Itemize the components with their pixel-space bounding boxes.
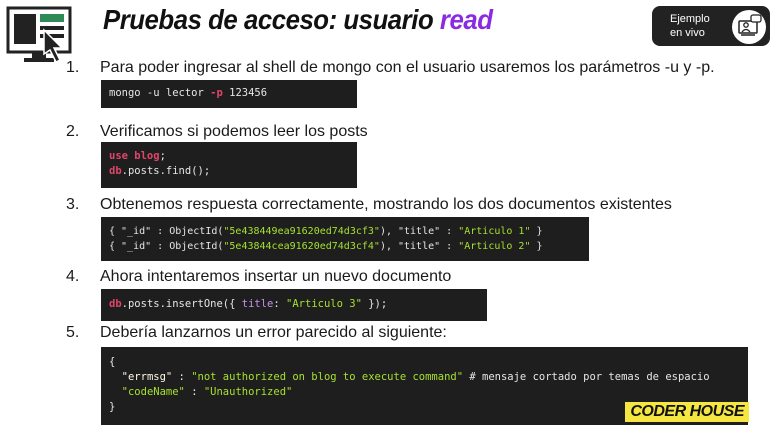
code-text: 123456: [222, 87, 268, 99]
code-keyword: db: [109, 298, 122, 310]
step-text: Para poder ingresar al shell de mongo co…: [100, 59, 715, 76]
code-property: title: [241, 298, 274, 310]
code-string: "Articulo 3": [286, 298, 362, 310]
code-text: ), "title" :: [379, 241, 459, 252]
title-main: Pruebas de acceso: usuario: [103, 4, 440, 35]
code-string: "not authorized on blog to execute comma…: [191, 371, 464, 383]
computer-touch-icon: [6, 6, 72, 64]
code-block-2: use blog; db.posts.find();: [101, 142, 357, 188]
code-text: .posts.find();: [121, 165, 211, 177]
code-key: "errmsg": [121, 371, 173, 383]
code-text: :: [172, 371, 192, 383]
code-text: }: [530, 226, 543, 237]
brand-logo: CODER HOUSE: [625, 402, 749, 422]
step-number: 4.: [66, 268, 80, 285]
step-5: 5. Debería lanzarnos un error parecido al…: [66, 324, 447, 342]
code-text: }: [109, 401, 116, 413]
title-highlight: read: [439, 4, 493, 35]
code-text: { "_id" : ObjectId(: [109, 241, 224, 252]
code-string: "Unauthorized": [203, 386, 293, 398]
code-text: mongo -u lector: [109, 87, 211, 99]
step-1: 1. Para poder ingresar al shell de mongo …: [66, 59, 715, 77]
live-example-badge: Ejemplo en vivo: [652, 6, 770, 46]
badge-line2: en vivo: [670, 27, 705, 39]
badge-line1: Ejemplo: [670, 13, 710, 25]
code-text: });: [361, 298, 388, 310]
code-string: "Articulo 1": [458, 226, 531, 237]
code-text: ;: [159, 150, 166, 162]
code-text: }: [530, 241, 543, 252]
step-2: 2. Verificamos si podemos leer los posts: [66, 123, 368, 141]
step-text: Verificamos si podemos leer los posts: [100, 123, 368, 140]
step-number: 2.: [66, 123, 80, 140]
page-title: Pruebas de acceso: usuario read: [103, 4, 493, 36]
code-block-1: mongo -u lector -p 123456: [101, 80, 357, 108]
step-4: 4. Ahora intentaremos insertar un nuevo d…: [66, 268, 451, 286]
code-text: :: [184, 386, 204, 398]
code-block-4: db.posts.insertOne({ title: "Articulo 3"…: [101, 289, 487, 321]
code-text: .posts.insertOne({: [121, 298, 242, 310]
code-keyword: use blog: [109, 150, 160, 162]
live-badge-text: Ejemplo en vivo: [670, 12, 710, 40]
step-number: 5.: [66, 324, 80, 341]
step-number: 3.: [66, 196, 80, 213]
code-keyword: db: [109, 165, 122, 177]
code-flag: -p: [210, 87, 223, 99]
code-text: { "_id" : ObjectId(: [109, 226, 224, 237]
code-block-3: { "_id" : ObjectId("5e438449ea91620ed74d…: [101, 217, 589, 261]
code-comment: # mensaje cortado por temas de espacio: [463, 371, 710, 383]
code-text: {: [109, 356, 116, 368]
code-text: ), "title" :: [379, 226, 459, 237]
step-text: Obtenemos respuesta correctamente, mostr…: [100, 196, 672, 213]
code-string: "5e438449ea91620ed74d3cf3": [223, 226, 380, 237]
step-number: 1.: [66, 59, 80, 76]
step-text: Ahora intentaremos insertar un nuevo doc…: [100, 268, 452, 285]
code-text: :: [273, 298, 287, 310]
code-string: "Articulo 2": [458, 241, 531, 252]
code-string: "5e43844cea91620ed74d3cf4": [223, 241, 380, 252]
step-text: Debería lanzarnos un error parecido al s…: [100, 324, 447, 341]
presenter-chat-icon: [732, 10, 766, 44]
code-string: "codeName": [121, 386, 185, 398]
step-3: 3. Obtenemos respuesta correctamente, mos…: [66, 196, 672, 214]
